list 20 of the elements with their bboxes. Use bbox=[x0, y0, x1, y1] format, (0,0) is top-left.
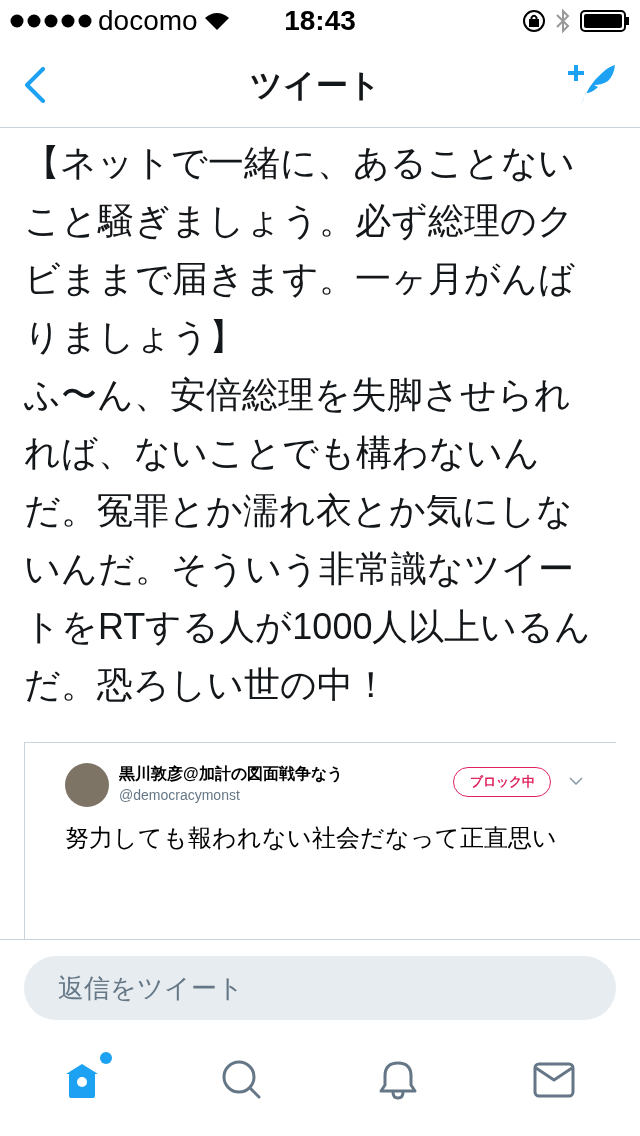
search-icon bbox=[221, 1059, 263, 1101]
battery-icon bbox=[580, 10, 630, 32]
back-icon bbox=[24, 66, 46, 103]
chevron-icon bbox=[569, 777, 583, 785]
user-name: 黒川敦彦@加計の図面戦争なう bbox=[119, 764, 344, 785]
signal-icon bbox=[10, 14, 92, 28]
carrier-name: docomo bbox=[98, 7, 198, 35]
clock: 18:43 bbox=[284, 7, 356, 35]
reply-field[interactable]: 返信をツイート bbox=[24, 956, 616, 1020]
rotation-lock-icon bbox=[522, 9, 546, 33]
avatar bbox=[65, 763, 109, 807]
bluetooth-icon bbox=[556, 8, 570, 34]
bell-icon bbox=[377, 1059, 419, 1101]
user-handle: @democracymonst bbox=[119, 786, 241, 805]
page-title: ツイート bbox=[249, 65, 381, 105]
wifi-icon bbox=[203, 11, 230, 31]
tweet-text: ふ〜ん、安倍総理を失脚させられれば、ないことでも構わないんだ。冤罪とか濡れ衣とか気にしないんだ。そういう非常識なツイートをRTする人が1000人以上いるんだ。恐ろしい世の中！ bbox=[24, 373, 593, 707]
quoted-text: 努力しても報われない社会だなって正直思い bbox=[65, 823, 558, 853]
mail-icon bbox=[533, 1062, 575, 1098]
tweet-text: 【ネットで一緒に、あることないこと騒ぎましょう。必ず総理のクビままで届きます。一ヶ月がんばりましょう】 bbox=[24, 141, 576, 359]
